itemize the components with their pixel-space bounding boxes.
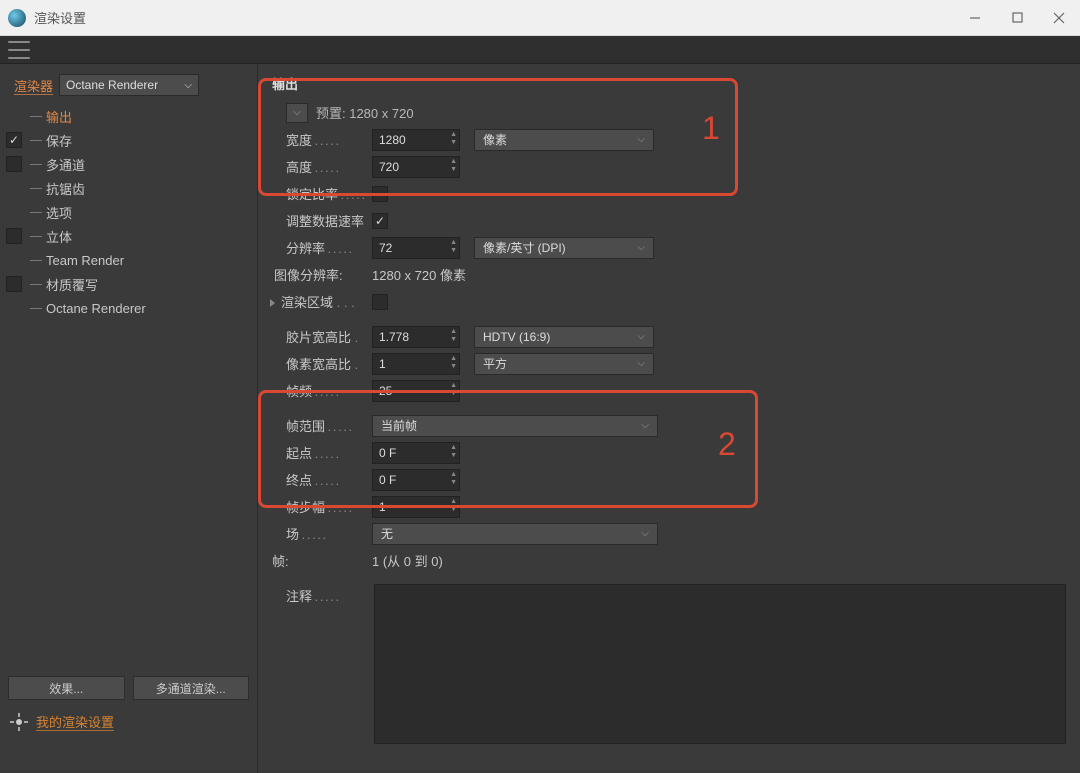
image-res-value: 1280 x 720 像素 bbox=[372, 265, 466, 284]
spinner-icon[interactable]: ▲▼ bbox=[450, 471, 457, 487]
sidebar-item-team-render[interactable]: Team Render bbox=[0, 248, 257, 272]
sidebar-item-options[interactable]: 选项 bbox=[0, 200, 257, 224]
note-label: 注释 bbox=[272, 584, 372, 605]
renderer-label: 渲染器 bbox=[14, 76, 53, 95]
sidebar-item-octane[interactable]: Octane Renderer bbox=[0, 296, 257, 320]
height-label: 高度 bbox=[272, 157, 372, 176]
checkbox-icon[interactable] bbox=[6, 276, 22, 292]
close-button[interactable] bbox=[1038, 0, 1080, 36]
spinner-icon[interactable]: ▲▼ bbox=[450, 239, 457, 255]
start-input[interactable]: 0 F ▲▼ bbox=[372, 442, 460, 464]
my-render-settings[interactable]: 我的渲染设置 bbox=[0, 706, 257, 737]
spinner-icon[interactable]: ▲▼ bbox=[450, 328, 457, 344]
sidebar-item-save[interactable]: ✓ 保存 bbox=[0, 128, 257, 152]
maximize-button[interactable] bbox=[996, 0, 1038, 36]
checkbox-icon[interactable]: ✓ bbox=[6, 132, 22, 148]
chevron-down-icon: ⌵ bbox=[184, 80, 192, 91]
field-select[interactable]: 无⌵ bbox=[372, 523, 658, 545]
region-label: 渲染区域 . . . bbox=[272, 292, 372, 311]
frames-value: 1 (从 0 到 0) bbox=[372, 551, 443, 570]
sidebar-item-output[interactable]: 输出 bbox=[0, 104, 257, 128]
preset-dropdown-button[interactable]: ⌵ bbox=[286, 103, 308, 123]
chevron-down-icon: ⌵ bbox=[637, 134, 645, 145]
resolution-label: 分辨率 bbox=[272, 238, 372, 257]
width-unit-select[interactable]: 像素⌵ bbox=[474, 129, 654, 151]
renderer-dropdown[interactable]: Octane Renderer ⌵ bbox=[59, 74, 199, 96]
checkbox-icon[interactable] bbox=[6, 156, 22, 172]
field-label: 场 bbox=[272, 524, 372, 543]
pixel-aspect-input[interactable]: 1 ▲▼ bbox=[372, 353, 460, 375]
spinner-icon[interactable]: ▲▼ bbox=[450, 355, 457, 371]
sidebar-list: 输出 ✓ 保存 多通道 抗锯齿 选项 立体 bbox=[0, 104, 257, 320]
arrow-right-icon[interactable] bbox=[270, 299, 275, 307]
adjust-rate-label: 调整数据速率 bbox=[272, 211, 372, 230]
film-aspect-label: 胶片宽高比 . bbox=[272, 327, 372, 346]
app-icon bbox=[8, 9, 26, 27]
sidebar-item-stereo[interactable]: 立体 bbox=[0, 224, 257, 248]
resolution-input[interactable]: 72 ▲▼ bbox=[372, 237, 460, 259]
step-input[interactable]: 1 ▲▼ bbox=[372, 496, 460, 518]
minimize-button[interactable] bbox=[954, 0, 996, 36]
content-panel: 输出 ⌵ 预置: 1280 x 720 宽度 1280 ▲▼ 像素⌵ 高度 72… bbox=[258, 64, 1080, 773]
spinner-icon[interactable]: ▲▼ bbox=[450, 498, 457, 514]
spinner-icon[interactable]: ▲▼ bbox=[450, 382, 457, 398]
frame-range-label: 帧范围 bbox=[272, 416, 372, 435]
step-label: 帧步幅 bbox=[272, 497, 372, 516]
width-input[interactable]: 1280 ▲▼ bbox=[372, 129, 460, 151]
image-res-label: 图像分辨率: bbox=[272, 265, 372, 284]
width-label: 宽度 bbox=[272, 130, 372, 149]
chevron-down-icon: ⌵ bbox=[641, 528, 649, 539]
chevron-down-icon: ⌵ bbox=[641, 420, 649, 431]
titlebar: 渲染设置 bbox=[0, 0, 1080, 36]
preset-label: 预置: 1280 x 720 bbox=[316, 103, 414, 122]
effects-button[interactable]: 效果... bbox=[8, 676, 125, 700]
output-heading: 输出 bbox=[272, 74, 1066, 93]
spinner-icon[interactable]: ▲▼ bbox=[450, 158, 457, 174]
chevron-down-icon: ⌵ bbox=[637, 242, 645, 253]
target-icon bbox=[10, 713, 28, 731]
pixel-aspect-label: 像素宽高比 . bbox=[272, 354, 372, 373]
sidebar-item-aa[interactable]: 抗锯齿 bbox=[0, 176, 257, 200]
end-input[interactable]: 0 F ▲▼ bbox=[372, 469, 460, 491]
window-title: 渲染设置 bbox=[34, 8, 86, 27]
menubar bbox=[0, 36, 1080, 64]
preset-row: ⌵ 预置: 1280 x 720 bbox=[272, 99, 1066, 126]
menu-icon[interactable] bbox=[8, 41, 30, 59]
frame-range-select[interactable]: 当前帧⌵ bbox=[372, 415, 658, 437]
multipass-render-button[interactable]: 多通道渲染... bbox=[133, 676, 250, 700]
lock-ratio-checkbox[interactable] bbox=[372, 186, 388, 202]
resolution-unit-select[interactable]: 像素/英寸 (DPI)⌵ bbox=[474, 237, 654, 259]
checkbox-icon[interactable] bbox=[6, 228, 22, 244]
adjust-rate-checkbox[interactable]: ✓ bbox=[372, 213, 388, 229]
height-input[interactable]: 720 ▲▼ bbox=[372, 156, 460, 178]
main-area: 渲染器 Octane Renderer ⌵ 输出 ✓ 保存 多通道 抗锯齿 bbox=[0, 64, 1080, 773]
lock-ratio-label: 锁定比率 bbox=[272, 184, 372, 203]
fps-label: 帧频 bbox=[272, 381, 372, 400]
spinner-icon[interactable]: ▲▼ bbox=[450, 444, 457, 460]
frames-label: 帧: bbox=[272, 551, 372, 570]
chevron-down-icon: ⌵ bbox=[637, 331, 645, 342]
film-aspect-input[interactable]: 1.778 ▲▼ bbox=[372, 326, 460, 348]
spinner-icon[interactable]: ▲▼ bbox=[450, 131, 457, 147]
chevron-down-icon: ⌵ bbox=[637, 358, 645, 369]
region-checkbox[interactable] bbox=[372, 294, 388, 310]
start-label: 起点 bbox=[272, 443, 372, 462]
sidebar-item-multipass[interactable]: 多通道 bbox=[0, 152, 257, 176]
fps-input[interactable]: 25 ▲▼ bbox=[372, 380, 460, 402]
sidebar: 渲染器 Octane Renderer ⌵ 输出 ✓ 保存 多通道 抗锯齿 bbox=[0, 64, 258, 773]
note-textarea[interactable] bbox=[374, 584, 1066, 744]
film-aspect-select[interactable]: HDTV (16:9)⌵ bbox=[474, 326, 654, 348]
sidebar-item-mat-override[interactable]: 材质覆写 bbox=[0, 272, 257, 296]
pixel-aspect-select[interactable]: 平方⌵ bbox=[474, 353, 654, 375]
end-label: 终点 bbox=[272, 470, 372, 489]
